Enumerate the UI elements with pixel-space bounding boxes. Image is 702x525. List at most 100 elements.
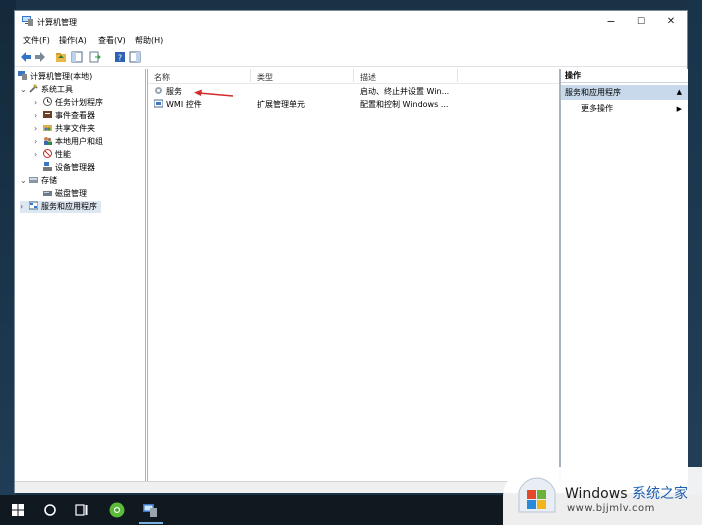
tree-item-device-manager[interactable]: 设备管理器 <box>43 162 95 174</box>
actions-header: 操作 <box>561 69 688 83</box>
disk-icon <box>43 191 52 196</box>
tools-icon <box>29 84 38 93</box>
row-name: 服务 <box>166 87 182 96</box>
watermark-brand: Windows <box>565 486 628 502</box>
active-app-indicator <box>139 522 163 524</box>
toolbar: ? <box>15 48 687 67</box>
column-type[interactable]: 类型 <box>257 72 273 83</box>
column-separator[interactable] <box>353 69 354 82</box>
help-icon[interactable]: ? <box>114 51 126 63</box>
export-list-icon[interactable] <box>89 51 101 63</box>
menu-file[interactable]: 文件(F) <box>23 35 50 46</box>
task-view-icon[interactable] <box>73 501 91 519</box>
forward-arrow-icon[interactable] <box>34 51 46 63</box>
row-description: 启动、终止并设置 Win... <box>360 87 450 96</box>
chevron-right-icon[interactable]: › <box>34 110 43 122</box>
row-description: 配置和控制 Windows ... <box>360 100 449 109</box>
watermark-badge: Windows 系统之家 www.bjjmlv.com <box>503 467 702 525</box>
start-windows-icon[interactable] <box>9 501 27 519</box>
column-separator[interactable] <box>250 69 251 82</box>
tree-item-label: 任务计划程序 <box>55 98 103 107</box>
watermark-title: Windows 系统之家 <box>565 483 688 503</box>
tree-item-disk-management[interactable]: 磁盘管理 <box>43 188 87 200</box>
column-separator[interactable] <box>457 69 458 82</box>
tree-item-performance[interactable]: › 性能 <box>34 149 71 161</box>
properties-pane-icon[interactable] <box>129 51 141 63</box>
tree-item-shared-folders[interactable]: › 共享文件夹 <box>34 123 95 135</box>
chevron-down-icon[interactable]: ⌄ <box>20 175 29 187</box>
tree-item-label: 事件查看器 <box>55 111 95 120</box>
search-circle-icon[interactable] <box>41 501 59 519</box>
tree-item-event-viewer[interactable]: › 事件查看器 <box>34 110 95 122</box>
list-header: 名称 类型 描述 <box>148 69 559 84</box>
users-icon <box>44 137 52 145</box>
watermark-url: www.bjjmlv.com <box>567 503 655 514</box>
chevron-right-icon[interactable]: › <box>20 201 29 213</box>
chevron-right-icon[interactable]: › <box>34 149 43 161</box>
desktop-right-strip <box>688 0 702 495</box>
menu-view[interactable]: 查看(V) <box>98 35 126 46</box>
svg-text:?: ? <box>118 54 122 63</box>
more-actions-item[interactable]: 更多操作 ▶ <box>561 103 688 115</box>
show-hide-tree-icon[interactable] <box>71 51 83 63</box>
shared-folder-icon <box>43 125 52 131</box>
list-cell-name: 服务 <box>154 86 182 98</box>
more-actions-label: 更多操作 <box>581 104 613 113</box>
row-name: WMI 控件 <box>166 100 202 109</box>
actions-section-label: 服务和应用程序 <box>565 88 621 97</box>
tree-item-local-users-groups[interactable]: › 本地用户和组 <box>34 136 103 148</box>
menu-bar: 文件(F) 操作(A) 查看(V) 帮助(H) <box>15 33 687 47</box>
tree-item-label: 共享文件夹 <box>55 124 95 133</box>
tree-item-storage[interactable]: ⌄ 存储 <box>20 175 57 187</box>
tree-root[interactable]: 计算机管理(本地) <box>18 71 92 83</box>
tree-item-task-scheduler[interactable]: › 任务计划程序 <box>34 97 103 109</box>
back-arrow-icon[interactable] <box>20 51 32 63</box>
clock-icon <box>43 97 52 106</box>
list-cell-name: WMI 控件 <box>154 99 202 111</box>
tree-item-label: 存储 <box>41 176 57 185</box>
title-bar[interactable]: 计算机管理 − ☐ ✕ <box>15 11 687 33</box>
actions-section-services-apps[interactable]: 服务和应用程序 ▲ <box>561 85 688 100</box>
computer-management-icon <box>22 16 33 26</box>
windows-logo-icon <box>518 477 556 513</box>
tree-root-label: 计算机管理(本地) <box>30 72 93 81</box>
tree-item-label: 磁盘管理 <box>55 189 87 198</box>
computer-management-taskbar-icon[interactable] <box>141 501 159 519</box>
desktop-top <box>0 0 702 10</box>
services-apps-icon <box>29 201 38 210</box>
performance-icon <box>43 149 52 158</box>
actions-pane: 操作 服务和应用程序 ▲ 更多操作 ▶ <box>560 69 688 481</box>
list-row-wmi[interactable]: WMI 控件 扩展管理单元 配置和控制 Windows ... <box>148 99 559 111</box>
menu-help[interactable]: 帮助(H) <box>135 35 163 46</box>
content-list: 名称 类型 描述 服务 启动、终止并设置 Win... WMI 控件 扩展管理单… <box>147 69 560 482</box>
tree-item-label: 服务和应用程序 <box>41 202 97 211</box>
column-description[interactable]: 描述 <box>360 72 376 83</box>
watermark-cn: 系统之家 <box>631 486 688 502</box>
tree-item-label: 性能 <box>55 150 71 159</box>
chevron-right-icon[interactable]: › <box>34 97 43 109</box>
wmi-control-icon <box>154 99 163 108</box>
computer-management-icon <box>18 71 27 80</box>
maximize-button[interactable]: ☐ <box>626 13 656 31</box>
services-gear-icon <box>155 87 162 94</box>
chevron-right-icon[interactable]: › <box>34 123 43 135</box>
tree-item-label: 本地用户和组 <box>55 137 103 146</box>
minimize-button[interactable]: − <box>596 13 626 31</box>
tree-item-system-tools[interactable]: ⌄ 系统工具 <box>20 84 73 96</box>
computer-management-window: 计算机管理 − ☐ ✕ 文件(F) 操作(A) 查看(V) 帮助(H) ? 计算… <box>14 10 688 493</box>
annotation-arrow-icon <box>194 89 234 97</box>
up-folder-icon[interactable] <box>55 51 67 63</box>
browser-icon[interactable] <box>108 501 126 519</box>
storage-icon <box>29 177 38 183</box>
chevron-down-icon[interactable]: ⌄ <box>20 84 29 96</box>
column-name[interactable]: 名称 <box>154 72 170 83</box>
collapse-up-icon[interactable]: ▲ <box>677 85 682 100</box>
event-viewer-icon <box>43 111 52 118</box>
tree-item-label: 系统工具 <box>41 85 73 94</box>
menu-action[interactable]: 操作(A) <box>59 35 87 46</box>
navigation-tree: 计算机管理(本地) ⌄ 系统工具 › 任务计划程序 › 事件查看器 › 共享文件夹 › 本… <box>15 69 146 481</box>
chevron-right-icon[interactable]: › <box>34 136 43 148</box>
tree-item-services-apps[interactable]: › 服务和应用程序 <box>20 201 101 213</box>
window-title: 计算机管理 <box>37 18 77 27</box>
close-button[interactable]: ✕ <box>656 13 686 31</box>
